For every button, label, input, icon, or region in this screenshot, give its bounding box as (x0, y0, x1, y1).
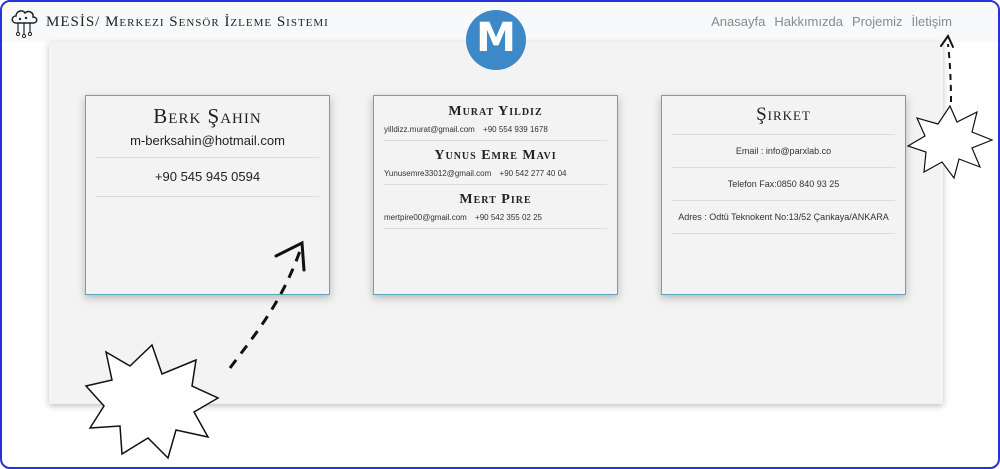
contact-card-berk: Berk Şahin m-berksahin@hotmail.com +90 5… (85, 95, 330, 295)
member-phone: +90 554 939 1678 (483, 125, 548, 134)
cloud-circuit-icon (11, 10, 38, 38)
company-title: Şirket (756, 104, 811, 125)
member-name: Murat Yıldız (448, 104, 543, 119)
divider (384, 140, 607, 141)
company-email: Email : info@parxlab.co (735, 146, 832, 156)
member-phone: +90 542 355 02 25 (475, 213, 542, 222)
nav-links: Anasayfa Hakkımızda Projemiz İletişim (711, 14, 952, 29)
member-phone: +90 542 277 40 04 (499, 169, 567, 178)
nav-link-anasayfa[interactable]: Anasayfa (711, 14, 765, 29)
nav-link-hakkimizda[interactable]: Hakkımızda (774, 14, 843, 29)
company-address: Adres : Odtü Teknokent No:13/52 Çankaya/… (678, 212, 889, 222)
contact-email: m-berksahin@hotmail.com (130, 133, 285, 148)
brand-title: MESİS/ Merkezi Sensör İzleme Sistemi (46, 13, 329, 30)
member-email: mertpire00@gmail.com (384, 213, 467, 222)
contact-card-team: Murat Yıldız yilldizz.murat@gmail.com +9… (373, 95, 618, 295)
company-fax: Telefon Fax:0850 840 93 25 (727, 179, 840, 189)
contact-name: Berk Şahin (153, 104, 262, 128)
brand[interactable]: MESİS/ Merkezi Sensör İzleme Sistemi (8, 6, 329, 38)
logo[interactable]: M (466, 10, 526, 70)
member-email: yilldizz.murat@gmail.com (384, 125, 475, 134)
contact-panel: Berk Şahin m-berksahin@hotmail.com +90 5… (49, 42, 943, 404)
nav-link-iletisim[interactable]: İletişim (912, 14, 952, 29)
member-name: Mert Pire (459, 192, 532, 207)
window-frame: MESİS/ Merkezi Sensör İzleme Sistemi Ana… (0, 0, 1000, 469)
dashed-arrow-shape (947, 43, 952, 103)
divider (384, 228, 607, 229)
member-contact: yilldizz.murat@gmail.com +90 554 939 167… (374, 120, 617, 140)
nav-link-projemiz[interactable]: Projemiz (852, 14, 903, 29)
logo-letter: M (476, 15, 516, 61)
divider (672, 233, 895, 234)
member-name: Yunus Emre Mavi (434, 148, 557, 163)
divider (384, 184, 607, 185)
company-card: Şirket Email : info@parxlab.co Telefon F… (661, 95, 906, 295)
member-contact: Yunusemre33012@gmail.com +90 542 277 40 … (374, 164, 617, 184)
divider (96, 196, 319, 197)
contact-phone: +90 545 945 0594 (154, 169, 261, 184)
member-email: Yunusemre33012@gmail.com (384, 169, 492, 178)
member-contact: mertpire00@gmail.com +90 542 355 02 25 (374, 208, 617, 228)
